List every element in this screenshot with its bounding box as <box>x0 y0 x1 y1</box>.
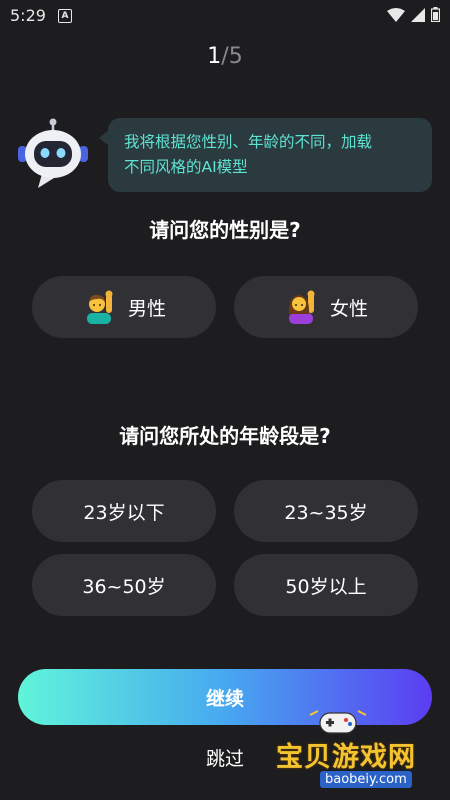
watermark-brand: 宝贝游戏网 <box>276 742 416 773</box>
step-current: 1 <box>207 44 222 69</box>
robot-avatar-icon <box>18 118 88 188</box>
gender-option-female-label: 女性 <box>329 297 368 320</box>
gender-option-male[interactable]: 男性 <box>32 276 216 338</box>
age-option-under-23[interactable]: 23岁以下 <box>32 480 216 542</box>
signal-icon <box>411 7 425 22</box>
status-bar: 5:29 A <box>0 0 450 32</box>
wifi-icon <box>387 7 405 22</box>
notification-badge-icon: A <box>58 9 72 23</box>
watermark-url: baobeiy.com <box>320 771 412 788</box>
status-icons <box>387 7 440 22</box>
gender-option-female[interactable]: 女性 <box>234 276 418 338</box>
assistant-message-line2: 不同风格的AI模型 <box>124 158 248 176</box>
step-indicator: 1/5 <box>0 44 450 69</box>
age-option-36-50[interactable]: 36~50岁 <box>32 554 216 616</box>
step-total: 5 <box>228 44 243 69</box>
woman-raising-hand-icon <box>288 290 315 324</box>
step-separator: / <box>221 44 229 69</box>
assistant-message-bubble: 我将根据您性别、年龄的不同，加载 不同风格的AI模型 <box>99 118 432 192</box>
gender-question: 请问您的性别是? <box>149 218 301 242</box>
status-time: 5:29 <box>10 6 46 25</box>
age-option-23-35[interactable]: 23~35岁 <box>234 480 418 542</box>
age-option-over-50[interactable]: 50岁以上 <box>234 554 418 616</box>
man-raising-hand-icon <box>86 290 113 324</box>
gender-option-male-label: 男性 <box>127 297 166 320</box>
battery-icon <box>431 7 440 22</box>
age-question: 请问您所处的年龄段是? <box>119 424 331 448</box>
assistant-message-line1: 我将根据您性别、年龄的不同，加载 <box>124 133 373 151</box>
watermark-logo: 宝贝游戏网 baobeiy.com <box>268 705 448 795</box>
gamepad-icon <box>309 710 367 734</box>
